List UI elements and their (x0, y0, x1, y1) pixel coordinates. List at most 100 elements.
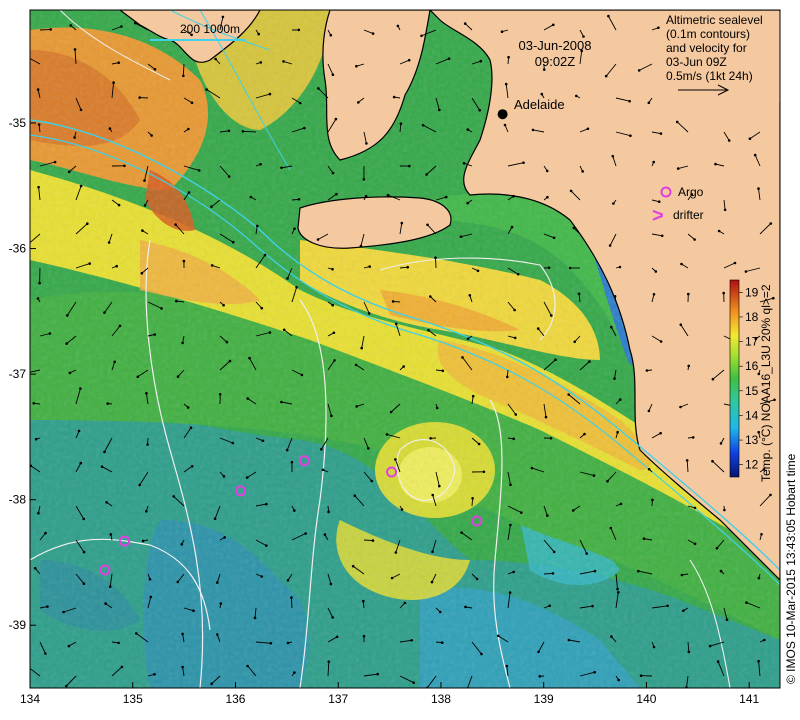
velocity-arrow-head (141, 229, 144, 232)
velocity-arrow-head (269, 642, 273, 645)
velocity-arrow-head (138, 96, 141, 99)
velocity-arrow-head (362, 178, 366, 181)
velocity-arrow-head (222, 475, 226, 478)
velocity-arrow-head (508, 591, 512, 594)
velocity-arrow-head (392, 95, 396, 99)
velocity-arrow-head (509, 483, 512, 487)
velocity-arrow-head (530, 466, 534, 470)
velocity-arrow-head (176, 580, 180, 584)
velocity-arrow-head (260, 306, 264, 310)
velocity-arrow-head (430, 580, 434, 584)
velocity-arrow-head (410, 639, 414, 642)
velocity-arrow-head (660, 234, 664, 238)
velocity-arrow-head (46, 605, 49, 608)
velocity-arrow-head (146, 443, 149, 446)
velocity-arrow-head (637, 69, 641, 72)
velocity-arrow-head (355, 405, 359, 408)
y-tick-label: -36 (9, 242, 27, 256)
velocity-arrow-head (639, 674, 643, 677)
velocity-arrow-head (385, 433, 389, 436)
y-tick-label: -35 (9, 116, 27, 130)
velocity-arrow-head (190, 465, 194, 468)
velocity-arrow-head (36, 297, 40, 300)
velocity-arrow-head (370, 479, 374, 483)
velocity-arrow-head (629, 134, 632, 137)
velocity-arrow-head (79, 184, 83, 188)
velocity-arrow-head (25, 55, 28, 58)
velocity-arrow-head (588, 360, 591, 363)
velocity-arrow-head (335, 635, 339, 639)
velocity-arrow-head (27, 243, 30, 246)
velocity-arrow-head (618, 398, 622, 401)
velocity-arrow-head (680, 573, 684, 577)
velocity-arrow-head (335, 192, 338, 196)
velocity-arrow-head (719, 569, 723, 573)
velocity-arrow-head (396, 24, 400, 28)
velocity-arrow-head (231, 441, 235, 445)
velocity-arrow-head (265, 544, 268, 547)
drifter-legend-label: drifter (673, 208, 704, 222)
velocity-arrow-head (330, 414, 333, 418)
velocity-arrow-head (150, 134, 153, 137)
velocity-arrow-head (607, 14, 610, 18)
velocity-arrow-head (604, 74, 608, 78)
velocity-arrow-head (367, 447, 370, 450)
velocity-arrow-head (585, 552, 588, 555)
velocity-arrow-head (760, 533, 763, 536)
velocity-arrow-head (79, 108, 83, 112)
velocity-arrow-head (723, 208, 727, 212)
velocity-arrow-head (245, 476, 249, 479)
velocity-arrow-head (723, 508, 726, 512)
velocity-arrow-head (109, 533, 113, 536)
velocity-arrow-head (53, 160, 57, 164)
velocity-arrow (290, 597, 293, 609)
velocity-arrow-head (391, 300, 395, 303)
legend-line-1: Altimetric sealevel (666, 13, 763, 27)
velocity-arrow-head (286, 277, 289, 280)
velocity-arrow-head (133, 21, 137, 25)
velocity-arrow-head (616, 587, 619, 591)
velocity-arrow-head (113, 360, 116, 364)
colorbar-tick-label: 17 (745, 335, 759, 349)
velocity-arrow-head (477, 442, 481, 446)
velocity-arrow-head (192, 609, 195, 612)
map-figure: Adelaide 200 1000m 03-Jun-2008 09:02Z Al… (9, 9, 798, 706)
velocity-arrow-head (531, 128, 535, 132)
legend-line-2: (0.1m contours) (666, 27, 750, 41)
drifter-legend-symbol: > (652, 205, 664, 227)
velocity-arrow-head (429, 437, 432, 440)
velocity-arrow-head (500, 30, 504, 33)
velocity-arrow-head (360, 346, 364, 350)
velocity-arrow-head (368, 265, 372, 268)
velocity-arrow-head (610, 325, 613, 329)
velocity-arrow-head (88, 262, 91, 265)
velocity-arrow (363, 539, 373, 542)
velocity-arrow-head (506, 375, 509, 379)
velocity-arrow-head (520, 511, 523, 514)
velocity-arrow-head (172, 495, 175, 498)
velocity-arrow-head (32, 402, 36, 405)
velocity-arrow-head (610, 635, 613, 638)
velocity-arrow-head (606, 479, 609, 483)
velocity-arrow-head (103, 450, 106, 454)
velocity-arrow-head (187, 127, 190, 131)
date-label: 03-Jun-2008 (519, 38, 592, 53)
velocity-arrow-head (536, 327, 540, 330)
velocity-arrow-head (552, 23, 555, 27)
velocity-arrow-head (462, 162, 466, 165)
velocity-arrow-head (286, 641, 290, 645)
velocity-arrow-head (135, 632, 138, 635)
velocity-arrow-head (365, 142, 368, 145)
velocity-arrow-head (160, 307, 163, 310)
velocity-arrow-head (187, 191, 191, 194)
velocity-arrow-head (293, 509, 296, 512)
velocity-arrow-head (538, 675, 542, 678)
velocity-arrow-head (659, 340, 663, 343)
velocity-arrow-head (537, 650, 540, 654)
velocity-arrow-head (293, 671, 296, 674)
velocity-arrow-head (117, 61, 120, 64)
velocity-arrow-head (259, 162, 262, 166)
velocity-arrow-head (715, 546, 719, 550)
x-tick-label: 139 (534, 692, 554, 706)
velocity-arrow-head (679, 323, 683, 327)
